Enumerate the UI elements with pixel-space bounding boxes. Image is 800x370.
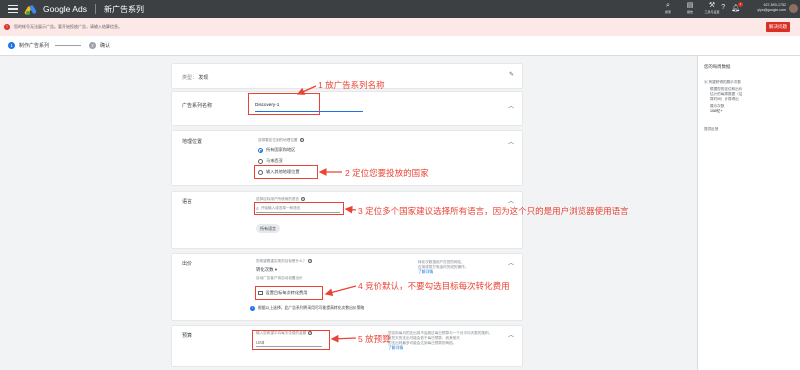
feedback-link[interactable]: 提供反馈 <box>704 127 718 132</box>
budget-help: 您实际每月的支出将不会超过每日预算与一个月平均天数的乘积。 某些天的支出可能会低… <box>388 331 492 351</box>
radio-malaysia[interactable]: 马来西亚 <box>258 158 283 164</box>
reports-tool-label: 报告 <box>686 10 693 14</box>
help-icon[interactable]: ? <box>721 4 725 12</box>
notification-count: 1 <box>738 2 743 7</box>
bid-strategy-value: 转化次数 <box>256 267 274 272</box>
fix-issue-button[interactable]: 解决问题 <box>766 22 790 32</box>
bidding-note: 根据以上选择，此广告系列将采用尽可能提高转化次数出价策略 <box>258 306 365 310</box>
type-value: 发现 <box>198 75 209 81</box>
tools-tool-label: 工具与设置 <box>704 10 720 14</box>
search-tool-label: 搜索 <box>664 10 671 14</box>
annotation-box-language <box>254 202 344 215</box>
annotation-4: 4 竞价默认，不要勾选目标每次转化费用 <box>358 281 510 291</box>
step-label: 制作广告系列 <box>19 43 50 49</box>
bidding-help: 转化次数指用户在您的网站、 应用或拨打电话时完成的操作。 了解详情 <box>418 260 468 275</box>
top-tools: ⌕ 搜索 ▤ 报告 ⚒ 工具与设置 <box>660 2 720 14</box>
help-icon[interactable]: ? <box>299 138 304 143</box>
radio-icon <box>258 158 263 164</box>
radio-all-countries[interactable]: 所有国家和地区 <box>258 147 295 153</box>
language-card: 语言 选择目标用户所使用的语言? ⌕ 开始输入或选择一种语言 所有语言 ︿ <box>172 192 522 248</box>
chevron-up-icon[interactable]: ︿ <box>508 258 514 267</box>
step-confirm[interactable]: 2 确认 <box>89 42 110 49</box>
page-title: 新广告系列 <box>103 4 144 14</box>
avatar[interactable] <box>789 4 798 13</box>
location-question: 选择要定位到的地理位置 <box>258 138 298 142</box>
learn-more-link[interactable]: 了解详情 <box>418 270 468 275</box>
top-right-icons: ? 🔔︎ 1 <box>721 2 743 12</box>
chevron-up-icon[interactable]: ︿ <box>508 137 514 146</box>
annotation-box-location <box>254 165 318 179</box>
type-label: 类型： <box>182 75 198 81</box>
language-title: 语言 <box>182 199 193 205</box>
language-question: 选择目标用户所使用的语言 <box>256 197 300 201</box>
panel-title: 您的每周数据 <box>704 64 731 69</box>
type-row: 类型： 发现 <box>182 74 208 81</box>
google-ads-logo <box>24 4 38 16</box>
edit-icon[interactable]: ✎ <box>509 71 514 78</box>
menu-icon[interactable] <box>8 5 18 13</box>
radio-label: 马来西亚 <box>266 158 283 163</box>
weekly-estimates-panel: 您的每周数据 ▣ 有望获得的展示次数 根据您的定位和出价 估计的每周数据（估 算… <box>697 56 800 370</box>
language-chip[interactable]: 所有语言 <box>256 224 280 233</box>
reports-tool[interactable]: ▤ 报告 <box>682 2 698 14</box>
annotation-box-budget <box>252 330 330 350</box>
bidding-question-row: 您希望着重实现的目标是什么？? <box>256 259 313 264</box>
budget-card: 预算 输入您希望平均每天花费的金额? US$ 您实际每月的支出将不会超过每日预算… <box>172 326 522 366</box>
tools-tool[interactable]: ⚒ 工具与设置 <box>704 2 720 14</box>
bid-strategy-select[interactable]: 转化次数 ▾ <box>256 267 277 273</box>
annotation-5: 5 放预算 <box>358 334 391 344</box>
budget-title: 预算 <box>182 333 193 339</box>
step-label: 确认 <box>100 43 111 49</box>
panel-line: 10Ø亿+ <box>710 109 723 113</box>
panel-line: 算时间）计算得出 <box>710 97 739 101</box>
annotation-2: 2 定位您要投放的国家 <box>345 168 429 178</box>
chevron-up-icon[interactable]: ︿ <box>508 330 514 339</box>
step-create[interactable]: 1 制作广告系列 <box>8 42 49 49</box>
panel-sub: 有望获得的展示次数 <box>708 80 741 84</box>
bidding-title: 出价 <box>182 261 193 267</box>
wrench-icon: ⚒ <box>708 2 716 9</box>
help-icon[interactable]: ? <box>308 259 313 264</box>
alert-text: 您的帐号无法展示广告。要开始投放广告，请输入结算信息。 <box>14 24 122 29</box>
search-icon: ⌕ <box>666 2 670 9</box>
dropdown-arrow-icon: ▾ <box>274 267 278 272</box>
search-tool[interactable]: ⌕ 搜索 <box>660 2 676 14</box>
panel-sub-row: ▣ 有望获得的展示次数 <box>704 80 741 85</box>
bidding-question: 您希望着重实现的目标是什么？ <box>256 259 307 263</box>
step-number: 1 <box>8 42 15 49</box>
info-icon: i <box>250 306 255 311</box>
help-icon[interactable]: ? <box>301 197 306 202</box>
bidding-note-row: i 根据以上选择，此广告系列将采用尽可能提高转化次数出价策略 <box>250 306 364 311</box>
billing-alert: ! 您的帐号无法展示广告。要开始投放广告，请输入结算信息。 解决问题 <box>0 18 800 36</box>
step-connector <box>55 45 82 46</box>
top-bar: Google Ads 新广告系列 ⌕ 搜索 ▤ 报告 ⚒ 工具与设置 ? 🔔︎ 1… <box>0 0 800 18</box>
campaign-name-card: 广告系列名称 Discovery-1 ︿ <box>172 92 522 125</box>
location-title: 地理位置 <box>182 139 203 145</box>
notification-icon[interactable]: 🔔︎ 1 <box>731 2 743 12</box>
radio-selected-icon <box>258 147 263 153</box>
step-number: 2 <box>89 42 97 49</box>
reports-icon: ▤ <box>686 2 694 9</box>
annotation-3: 3 定位多个国家建议选择所有语言，因为这个只的是用户浏览器使用语言 <box>358 206 629 216</box>
learn-more-link[interactable]: 了解详情 <box>388 346 492 351</box>
annotation-1: 1 放广告系列名称 <box>318 80 385 90</box>
impressions-icon: ▣ <box>704 80 708 84</box>
chevron-up-icon[interactable]: ︿ <box>508 101 514 110</box>
brand-name: Google Ads <box>43 4 87 14</box>
account-email: ylyo@google.com <box>757 8 786 12</box>
campaign-name-title: 广告系列名称 <box>182 103 213 109</box>
account-info[interactable]: 627-593-1752 ylyo@google.com <box>757 3 786 13</box>
location-question-row: 选择要定位到的地理位置? <box>258 138 304 143</box>
annotation-box-name <box>248 93 320 115</box>
chevron-up-icon[interactable]: ︿ <box>508 196 514 205</box>
annotation-box-bidding <box>255 286 323 300</box>
divider <box>94 4 96 14</box>
radio-label: 所有国家和地区 <box>266 147 296 152</box>
bidding-sub: 自动广告客户将自动设置出价 <box>256 276 303 280</box>
error-icon: ! <box>4 24 10 30</box>
stepper: 1 制作广告系列 2 确认 <box>0 36 800 56</box>
